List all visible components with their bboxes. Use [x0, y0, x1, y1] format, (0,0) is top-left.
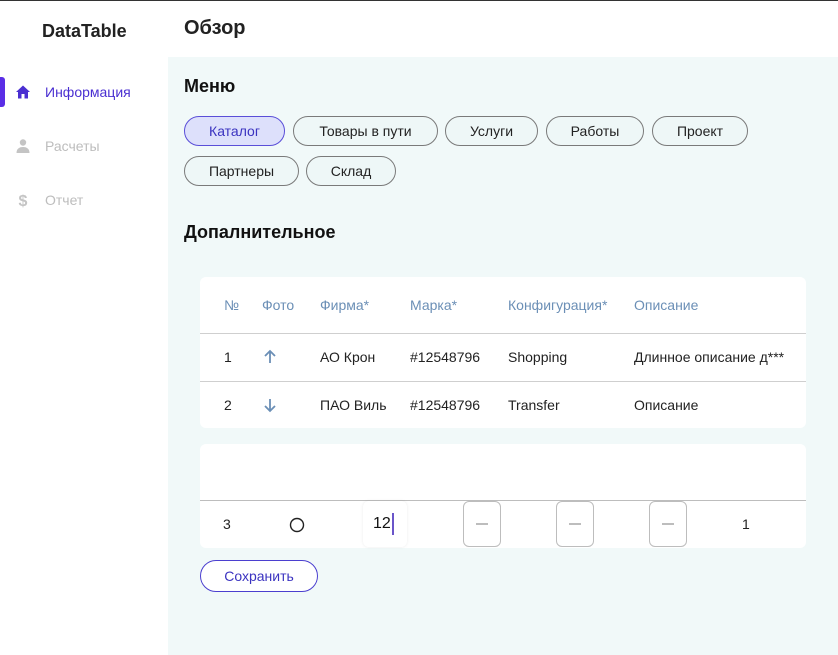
config-cell: Shopping [508, 349, 568, 365]
column-header: № [224, 297, 240, 313]
description-cell: Описание [634, 397, 699, 413]
value-input[interactable]: 12 [363, 501, 407, 547]
sidebar-item-label: Отчет [45, 192, 84, 208]
count-cell: 1 [742, 516, 750, 532]
column-header[interactable]: Фирма* [320, 297, 369, 313]
row-divider [200, 381, 806, 382]
chip-services[interactable]: Услуги [445, 116, 538, 146]
column-header[interactable]: Конфигурация* [508, 297, 607, 313]
active-indicator [0, 77, 5, 107]
person-icon [15, 138, 31, 154]
sidebar: DataTable Информация Расчеты $ Отчет [0, 1, 168, 655]
column-header[interactable]: Описание [634, 297, 698, 313]
extra-section-title: Допалнительное [184, 222, 336, 242]
input-value: 12 [373, 515, 391, 532]
empty-input-1[interactable] [463, 501, 501, 547]
brand-title: DataTable [42, 21, 127, 41]
mark-cell: #12548796 [410, 349, 481, 365]
header: Обзор [168, 1, 838, 57]
placeholder-dash [476, 523, 488, 525]
menu-section-title: Меню [184, 76, 236, 96]
chip-partners[interactable]: Партнеры [184, 156, 299, 186]
row-divider [200, 333, 806, 334]
sidebar-item-label: Информация [45, 84, 131, 100]
mark-cell: #12548796 [410, 397, 481, 413]
page-title: Обзор [184, 17, 246, 39]
sidebar-item-label: Расчеты [45, 138, 100, 154]
chip-warehouse[interactable]: Склад [306, 156, 396, 186]
chip-catalog[interactable]: Каталог [184, 116, 285, 146]
placeholder-dash [662, 523, 674, 525]
main-content: Меню Каталог Товары в пути Услуги Работы… [168, 57, 838, 655]
dollar-icon: $ [15, 192, 31, 208]
svg-text:$: $ [19, 193, 28, 208]
chip-goods-in-transit[interactable]: Товары в пути [293, 116, 438, 146]
row-number: 2 [224, 397, 232, 413]
firm-cell: ПАО Виль [320, 397, 387, 413]
column-header[interactable]: Марка* [410, 297, 457, 313]
edit-row-panel: 3 12 1 [200, 444, 806, 548]
row-divider [200, 500, 806, 501]
description-cell: Длинное описание д*** [634, 349, 785, 365]
empty-input-2[interactable] [556, 501, 594, 547]
chip-works[interactable]: Работы [546, 116, 644, 146]
firm-cell: АО Крон [320, 349, 376, 365]
sidebar-item-calculations[interactable]: Расчеты [0, 131, 168, 161]
sidebar-item-report[interactable]: $ Отчет [0, 185, 168, 215]
row-number: 1 [224, 349, 232, 365]
text-caret [391, 513, 394, 535]
home-icon [15, 84, 31, 100]
radio-empty-icon[interactable] [289, 517, 305, 536]
chip-project[interactable]: Проект [652, 116, 748, 146]
arrow-up-icon[interactable] [263, 349, 277, 368]
arrow-down-icon[interactable] [263, 397, 277, 416]
sidebar-item-info[interactable]: Информация [0, 77, 168, 107]
placeholder-dash [569, 523, 581, 525]
data-table: № Фото Фирма* Марка* Конфигурация* Описа… [200, 277, 806, 428]
row-number: 3 [223, 516, 231, 532]
empty-input-3[interactable] [649, 501, 687, 547]
config-cell: Transfer [508, 397, 560, 413]
save-button[interactable]: Сохранить [200, 560, 318, 592]
column-header[interactable]: Фото [262, 297, 294, 313]
